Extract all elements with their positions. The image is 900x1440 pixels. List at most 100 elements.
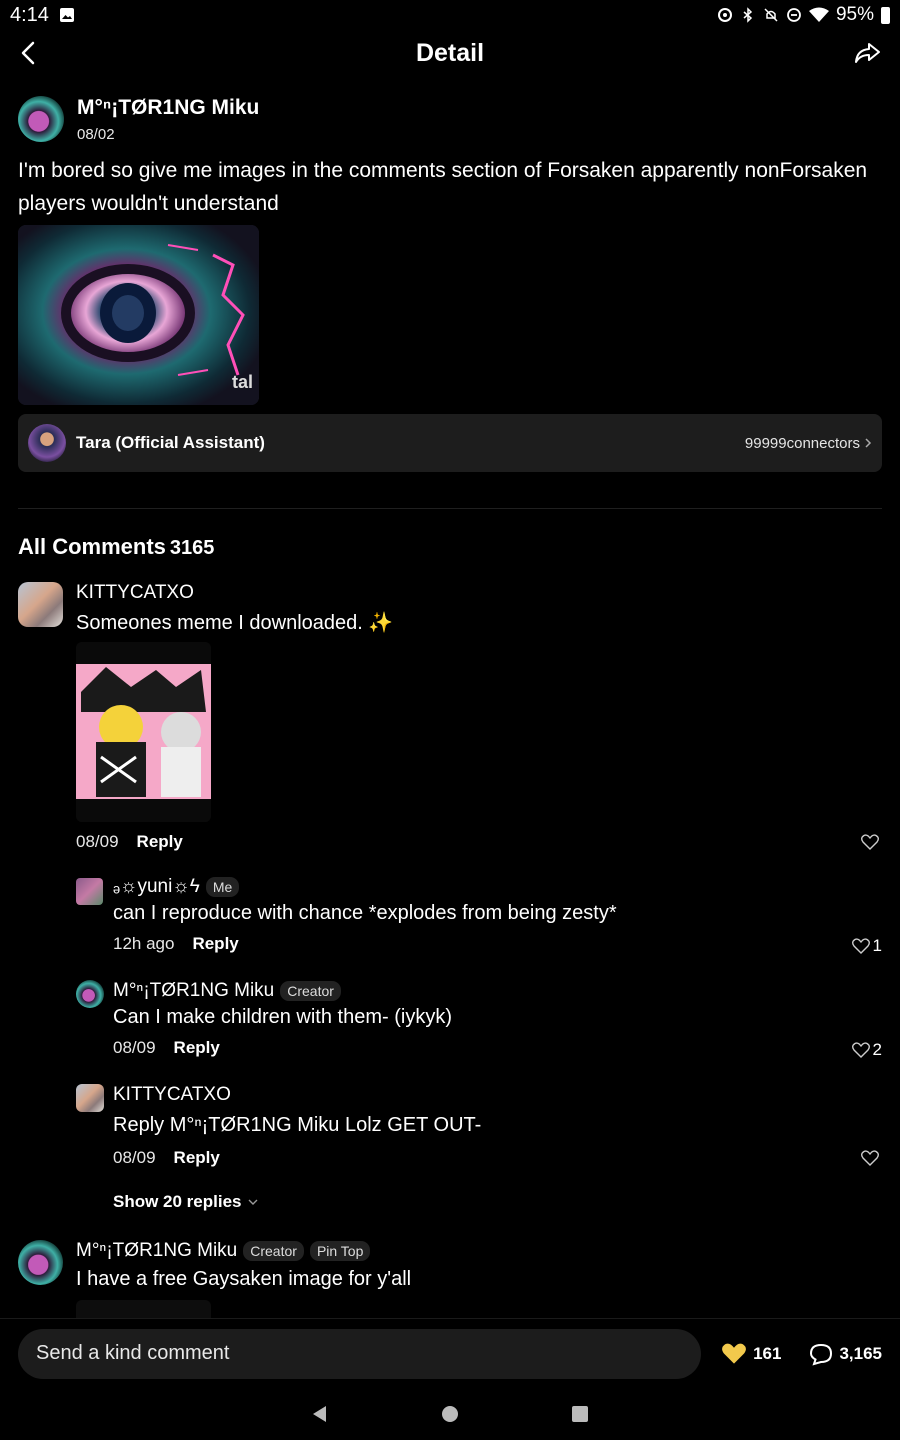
chevron-down-icon [248, 1199, 257, 1205]
reply-button[interactable]: Reply [137, 832, 183, 852]
comment-author[interactable]: M°ⁿ¡TØR1NG Miku [76, 1240, 237, 1262]
like-button[interactable]: 2 [851, 1040, 882, 1060]
reply-author-avatar[interactable] [76, 980, 104, 1008]
post-image[interactable]: tal [18, 225, 259, 405]
assistant-link[interactable]: 99999connectors [745, 435, 872, 452]
assistant-avatar [28, 424, 66, 462]
reply-meta: 08/09 Reply [113, 1148, 220, 1168]
post-comments-button[interactable]: 3,165 [809, 1342, 882, 1366]
reply-item: KITTYCATXO Reply M°ⁿ¡TØR1NG Miku Lolz GE… [76, 1082, 882, 1172]
like-button[interactable] [861, 834, 882, 850]
wifi-icon [808, 7, 829, 22]
post-like-count: 161 [753, 1343, 782, 1363]
post-author-name[interactable]: M°ⁿ¡TØR1NG Miku [77, 96, 259, 120]
status-time: 4:14 [10, 3, 49, 26]
show-replies-button[interactable]: Show 20 replies [113, 1192, 258, 1212]
reply-header: ₔ☼yuni☼ϟ Me [113, 876, 240, 898]
comment-text: Someones meme I downloaded. ✨ [76, 612, 394, 634]
battery-percent: 95% [835, 4, 874, 25]
reply-button[interactable]: Reply [174, 1038, 220, 1058]
nav-back-icon[interactable] [310, 1404, 330, 1424]
creator-badge: Creator [280, 981, 341, 1001]
heart-icon [861, 834, 879, 850]
status-bar: 4:14 95% [0, 0, 900, 30]
sync-icon [717, 8, 732, 22]
back-icon[interactable] [14, 38, 44, 68]
reply-author-avatar[interactable] [76, 878, 103, 905]
heart-filled-icon [722, 1343, 746, 1364]
like-button[interactable] [861, 1150, 882, 1166]
heart-icon [851, 938, 870, 954]
bluetooth-icon [743, 7, 753, 23]
divider [18, 508, 882, 509]
reply-button[interactable]: Reply [174, 1148, 220, 1168]
assistant-card[interactable]: Tara (Official Assistant) 99999connector… [18, 414, 882, 472]
image-notification-icon [59, 8, 74, 22]
creator-badge: Creator [243, 1241, 304, 1261]
post-text: I'm bored so give me images in the comme… [18, 159, 868, 215]
show-replies-label: Show 20 replies [113, 1192, 242, 1211]
reply-meta: 12h ago Reply [113, 934, 239, 954]
like-button[interactable]: 1 [851, 936, 882, 956]
comment-header: M°ⁿ¡TØR1NG Miku Creator Pin Top [76, 1240, 371, 1262]
comment-text: I have a free Gaysaken image for y'all [76, 1268, 412, 1290]
share-icon[interactable] [852, 38, 882, 68]
heart-icon [861, 1150, 879, 1166]
post-header: M°ⁿ¡TØR1NG Miku 08/02 [18, 96, 259, 143]
comment-date: 08/09 [76, 832, 119, 851]
comment-input-placeholder: Send a kind comment [36, 1342, 230, 1364]
reply-button[interactable]: Reply [192, 934, 238, 954]
reply-text: Can I make children with them- (iykyk) [113, 1006, 452, 1028]
chevron-right-icon [865, 438, 872, 448]
image-watermark: tal [232, 372, 253, 392]
nav-recents-icon[interactable] [570, 1404, 590, 1424]
comment-bubble-icon [810, 1343, 833, 1365]
comment-bar: Send a kind comment 161 3,165 [0, 1318, 900, 1388]
meme-artwork [76, 642, 211, 822]
comment-image[interactable] [76, 642, 211, 822]
like-count: 2 [872, 1040, 882, 1059]
dnd-icon [787, 8, 801, 22]
me-badge: Me [205, 877, 240, 897]
content-scroll[interactable]: M°ⁿ¡TØR1NG Miku 08/02 I'm bored so give … [0, 76, 900, 1318]
post-author-avatar[interactable] [18, 96, 64, 142]
page-title: Detail [415, 38, 485, 67]
reply-date: 08/09 [113, 1038, 156, 1057]
system-nav-bar [0, 1388, 900, 1440]
post-date: 08/02 [77, 126, 115, 143]
comment-image[interactable] [76, 1300, 211, 1318]
reply-author[interactable]: M°ⁿ¡TØR1NG Miku [113, 980, 274, 1002]
battery-icon [881, 6, 890, 24]
assistant-link-label: 99999connectors [744, 434, 860, 452]
comment-author-avatar[interactable] [18, 582, 63, 627]
reply-author[interactable]: ₔ☼yuni☼ϟ [113, 876, 200, 898]
comment-input[interactable]: Send a kind comment [18, 1328, 702, 1379]
comment-item: M°ⁿ¡TØR1NG Miku Creator Pin Top I have a… [18, 1238, 882, 1318]
post-like-button[interactable]: 161 [721, 1342, 781, 1365]
comment-author-avatar[interactable] [18, 1240, 63, 1285]
reply-header: M°ⁿ¡TØR1NG Miku Creator [113, 980, 341, 1002]
reply-item: M°ⁿ¡TØR1NG Miku Creator Can I make child… [76, 978, 882, 1066]
pin-top-badge: Pin Top [309, 1241, 371, 1261]
top-bar: Detail [0, 30, 900, 76]
reply-date: 08/09 [113, 1148, 156, 1167]
comments-count: 3165 [169, 537, 215, 559]
reply-text: can I reproduce with chance *explodes fr… [113, 902, 617, 924]
comment-author[interactable]: KITTYCATXO [76, 582, 194, 604]
mute-icon [764, 8, 778, 22]
nav-home-icon[interactable] [440, 1404, 460, 1424]
reply-item: ₔ☼yuni☼ϟ Me can I reproduce with chance … [76, 874, 882, 962]
comments-heading: All Comments 3165 [18, 534, 214, 560]
post-comment-count: 3,165 [839, 1343, 882, 1363]
heart-icon [851, 1042, 870, 1058]
assistant-name: Tara (Official Assistant) [76, 433, 265, 452]
reply-meta: 08/09 Reply [113, 1038, 220, 1058]
reply-date: 12h ago [113, 934, 175, 953]
reply-text: Reply M°ⁿ¡TØR1NG Miku Lolz GET OUT- [113, 1114, 482, 1136]
reply-author-avatar[interactable] [76, 1084, 104, 1112]
eye-artwork: tal [18, 225, 259, 405]
comments-title: All Comments [18, 534, 166, 559]
like-count: 1 [872, 936, 882, 955]
comment-meta: 08/09 Reply [76, 832, 183, 852]
reply-author[interactable]: KITTYCATXO [113, 1084, 231, 1106]
